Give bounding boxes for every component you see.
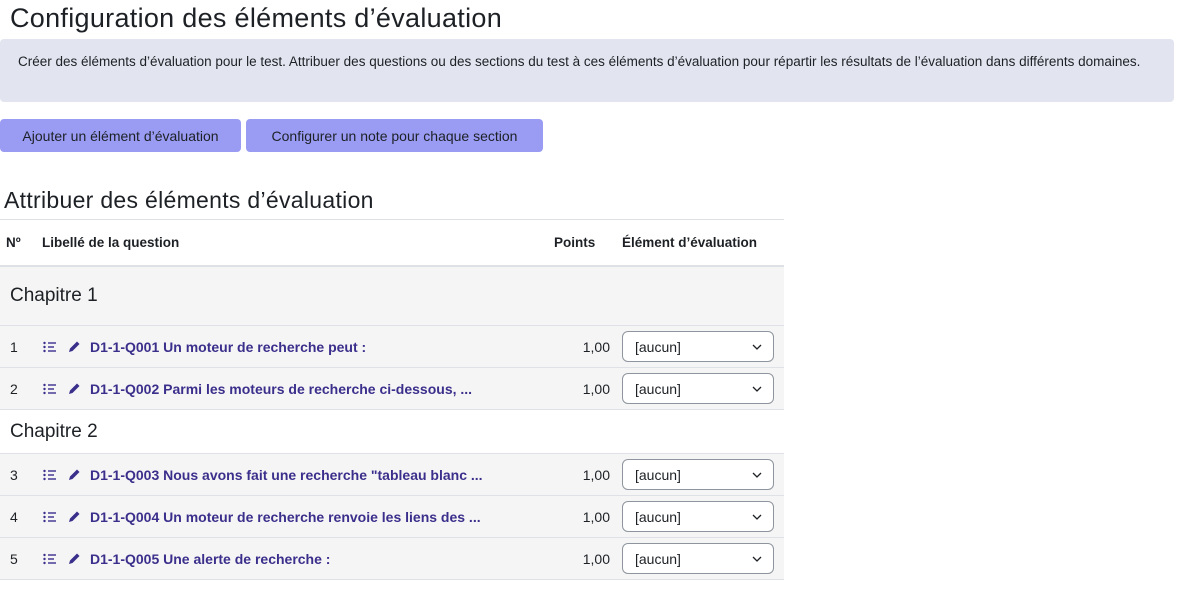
question-cell: D1-1-Q001 Un moteur de recherche peut : bbox=[36, 325, 548, 368]
question-link[interactable]: D1-1-Q003 Nous avons fait une recherche … bbox=[90, 467, 483, 483]
grade-item-select[interactable]: [aucun] bbox=[622, 373, 774, 404]
chapter-title: Chapitre 2 bbox=[0, 409, 784, 454]
element-cell: [aucun] bbox=[616, 495, 784, 538]
header-label: Libellé de la question bbox=[36, 219, 548, 267]
info-text: Créer des éléments d’évaluation pour le … bbox=[18, 54, 1141, 69]
element-cell: [aucun] bbox=[616, 367, 784, 410]
table-row: 2 D1-1-Q002 Parmi les moteurs de recherc… bbox=[0, 367, 784, 410]
row-num: 5 bbox=[0, 537, 36, 580]
list-icon bbox=[42, 467, 58, 483]
table-row: 4 D1-1-Q004 Un moteur de recherche renvo… bbox=[0, 495, 784, 538]
chapter-row: Chapitre 1 bbox=[0, 266, 784, 326]
section-title: Attribuer des éléments d’évaluation bbox=[4, 187, 374, 213]
configure-section-grade-button[interactable]: Configurer un note pour chaque section bbox=[246, 119, 543, 152]
question-link[interactable]: D1-1-Q001 Un moteur de recherche peut : bbox=[90, 339, 366, 355]
row-num: 1 bbox=[0, 325, 36, 368]
element-cell: [aucun] bbox=[616, 537, 784, 580]
edit-pencil-icon[interactable] bbox=[66, 339, 82, 355]
grade-item-select[interactable]: [aucun] bbox=[622, 543, 774, 574]
question-link[interactable]: D1-1-Q005 Une alerte de recherche : bbox=[90, 551, 330, 567]
row-points: 1,00 bbox=[548, 453, 616, 496]
chevron-down-icon bbox=[749, 381, 765, 397]
table-row: 5 D1-1-Q005 Une alerte de recherche : 1,… bbox=[0, 537, 784, 580]
row-num: 4 bbox=[0, 495, 36, 538]
header-element: Élément d’évaluation bbox=[616, 219, 784, 267]
question-cell: D1-1-Q003 Nous avons fait une recherche … bbox=[36, 453, 548, 496]
element-cell: [aucun] bbox=[616, 325, 784, 368]
edit-pencil-icon[interactable] bbox=[66, 467, 82, 483]
select-value: [aucun] bbox=[635, 466, 681, 483]
page-title: Configuration des éléments d’évaluation bbox=[10, 3, 503, 33]
info-alert: Créer des éléments d’évaluation pour le … bbox=[0, 39, 1174, 102]
edit-pencil-icon[interactable] bbox=[66, 381, 82, 397]
grade-item-select[interactable]: [aucun] bbox=[622, 459, 774, 490]
list-icon bbox=[42, 339, 58, 355]
table-row: 1 D1-1-Q001 Un moteur de recherche peut … bbox=[0, 325, 784, 368]
edit-pencil-icon[interactable] bbox=[66, 551, 82, 567]
row-points: 1,00 bbox=[548, 367, 616, 410]
row-num: 2 bbox=[0, 367, 36, 410]
row-points: 1,00 bbox=[548, 495, 616, 538]
select-value: [aucun] bbox=[635, 380, 681, 397]
element-cell: [aucun] bbox=[616, 453, 784, 496]
header-points: Points bbox=[548, 219, 616, 267]
question-cell: D1-1-Q002 Parmi les moteurs de recherche… bbox=[36, 367, 548, 410]
row-num: 3 bbox=[0, 453, 36, 496]
select-value: [aucun] bbox=[635, 550, 681, 567]
chevron-down-icon bbox=[749, 339, 765, 355]
select-value: [aucun] bbox=[635, 508, 681, 525]
row-points: 1,00 bbox=[548, 325, 616, 368]
grade-item-select[interactable]: [aucun] bbox=[622, 331, 774, 362]
list-icon bbox=[42, 509, 58, 525]
grade-item-select[interactable]: [aucun] bbox=[622, 501, 774, 532]
grade-items-table: Nº Libellé de la question Points Élément… bbox=[0, 219, 784, 580]
chevron-down-icon bbox=[749, 467, 765, 483]
chapter-row: Chapitre 2 bbox=[0, 409, 784, 454]
list-icon bbox=[42, 551, 58, 567]
table-header-row: Nº Libellé de la question Points Élément… bbox=[0, 219, 784, 267]
chevron-down-icon bbox=[749, 509, 765, 525]
chevron-down-icon bbox=[749, 551, 765, 567]
select-value: [aucun] bbox=[635, 338, 681, 355]
header-num: Nº bbox=[0, 219, 36, 267]
question-cell: D1-1-Q004 Un moteur de recherche renvoie… bbox=[36, 495, 548, 538]
chapter-title: Chapitre 1 bbox=[0, 266, 784, 326]
list-icon bbox=[42, 381, 58, 397]
add-grade-item-button[interactable]: Ajouter un élément d’évaluation bbox=[0, 119, 241, 152]
edit-pencil-icon[interactable] bbox=[66, 509, 82, 525]
question-link[interactable]: D1-1-Q004 Un moteur de recherche renvoie… bbox=[90, 509, 481, 525]
question-link[interactable]: D1-1-Q002 Parmi les moteurs de recherche… bbox=[90, 381, 472, 397]
table-row: 3 D1-1-Q003 Nous avons fait une recherch… bbox=[0, 453, 784, 496]
row-points: 1,00 bbox=[548, 537, 616, 580]
question-cell: D1-1-Q005 Une alerte de recherche : bbox=[36, 537, 548, 580]
